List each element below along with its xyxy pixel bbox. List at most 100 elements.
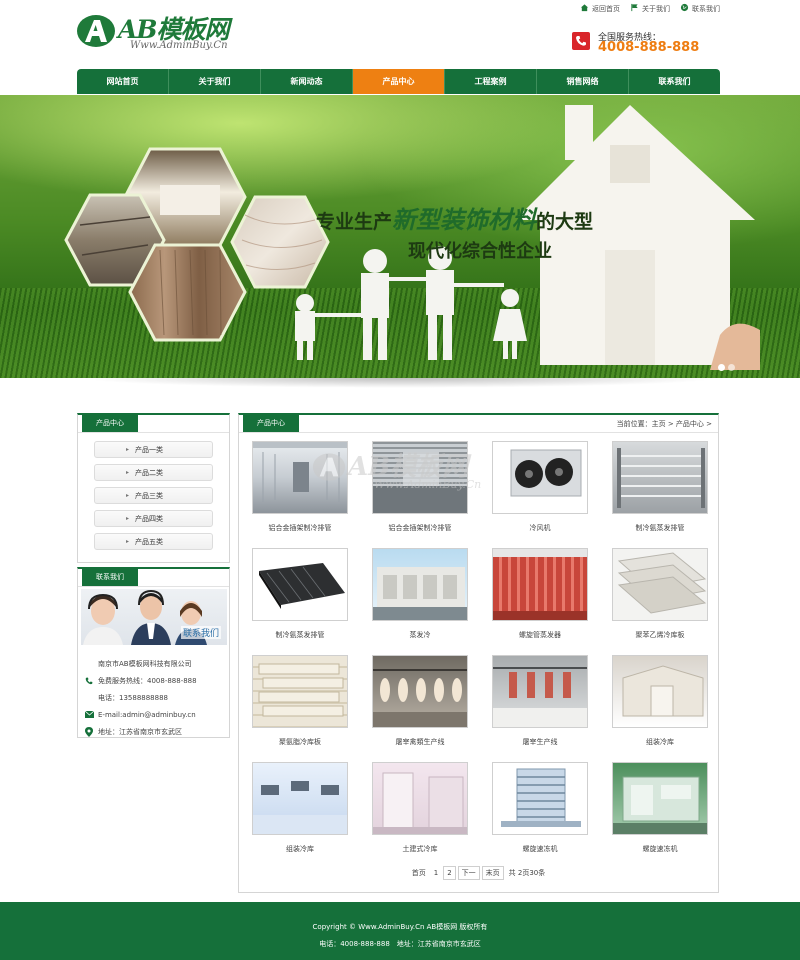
arrow-icon: ▸ xyxy=(125,515,129,522)
product-name[interactable]: 组装冷库 xyxy=(646,737,674,749)
contact-header: 联系我们 xyxy=(78,567,229,587)
category-item[interactable]: ▸ 产品三类 xyxy=(94,487,213,504)
product-name[interactable]: 蒸发冷 xyxy=(410,630,431,642)
product-name[interactable]: 制冷氨蒸发排管 xyxy=(636,523,685,535)
category-item[interactable]: ▸ 产品一类 xyxy=(94,441,213,458)
product-image[interactable] xyxy=(492,655,588,728)
product-image[interactable] xyxy=(612,762,708,835)
breadcrumb[interactable]: 当前位置：主页 > 产品中心 > xyxy=(617,419,712,429)
nav-item-contact[interactable]: 联系我们 xyxy=(629,69,720,94)
product-image[interactable] xyxy=(612,548,708,621)
nav-item-products[interactable]: 产品中心 xyxy=(353,69,445,94)
product-card[interactable]: 聚氨脂冷库板 xyxy=(252,655,348,749)
product-image[interactable] xyxy=(372,548,468,621)
sidebar-products: 产品中心 ▸ 产品一类 ▸ 产品二类 ▸ 产品三类 ▸ 产品四类 ▸ 产品五类 xyxy=(77,413,230,563)
product-name[interactable]: 螺旋速冻机 xyxy=(523,844,558,856)
product-name[interactable]: 铝合金插架制冷排管 xyxy=(269,523,332,535)
product-image[interactable] xyxy=(252,655,348,728)
product-image[interactable] xyxy=(252,762,348,835)
nav-item-about[interactable]: 关于我们 xyxy=(169,69,261,94)
product-image[interactable] xyxy=(612,655,708,728)
pager-next[interactable]: 下一 xyxy=(457,866,480,880)
pagination: 首页 1 2 下一 末页 共 2页30条 xyxy=(238,866,719,880)
top-link-home[interactable]: 返回首页 xyxy=(580,3,620,14)
product-image[interactable] xyxy=(372,441,468,514)
banner-headline: 专业生产新型装饰材料的大型 xyxy=(316,200,593,235)
product-card[interactable]: 屠宰生产线 xyxy=(492,655,588,749)
banner-shadow xyxy=(80,378,720,388)
product-card[interactable]: 土建式冷库 xyxy=(372,762,468,856)
category-item[interactable]: ▸ 产品二类 xyxy=(94,464,213,481)
product-panel: 产品中心 当前位置：主页 > 产品中心 > 铝合金插架制冷排管 铝合金插架制冷排… xyxy=(238,413,719,893)
home-icon xyxy=(580,3,589,14)
product-name[interactable]: 冷风机 xyxy=(530,523,551,535)
product-card[interactable]: 铝合金插架制冷排管 xyxy=(252,441,348,535)
product-image[interactable] xyxy=(252,548,348,621)
product-card[interactable]: 制冷氨蒸发排管 xyxy=(612,441,708,535)
category-label: 产品二类 xyxy=(135,468,163,477)
mail-icon xyxy=(82,711,96,718)
flag-icon xyxy=(630,3,639,14)
contact-title: 联系我们 xyxy=(82,567,138,586)
logo-icon[interactable] xyxy=(76,14,116,48)
product-image[interactable] xyxy=(372,762,468,835)
panel-header-line xyxy=(239,432,718,433)
product-image[interactable] xyxy=(372,655,468,728)
panel-title: 产品中心 xyxy=(243,413,299,432)
category-list: ▸ 产品一类 ▸ 产品二类 ▸ 产品三类 ▸ 产品四类 ▸ 产品五类 xyxy=(78,433,229,562)
product-card[interactable]: 铝合金插架制冷排管 xyxy=(372,441,468,535)
nav-item-cases[interactable]: 工程案例 xyxy=(445,69,537,94)
product-image[interactable] xyxy=(492,441,588,514)
product-card[interactable]: 螺旋速冻机 xyxy=(612,762,708,856)
pager-page-current: 1 xyxy=(433,869,439,877)
main-nav: 网站首页 关于我们 新闻动态 产品中心 工程案例 销售网络 联系我们 xyxy=(77,69,720,94)
product-image[interactable] xyxy=(612,441,708,514)
product-card[interactable]: 制冷氨蒸发排管 xyxy=(252,548,348,642)
footer-contact: 电话：4008-888-888 地址：江苏省南京市玄武区 xyxy=(319,940,481,948)
product-image[interactable] xyxy=(252,441,348,514)
banner-dot[interactable] xyxy=(718,364,725,371)
product-name[interactable]: 螺旋速冻机 xyxy=(643,844,678,856)
product-name[interactable]: 聚氨脂冷库板 xyxy=(279,737,321,749)
product-card[interactable]: 螺旋管蒸发器 xyxy=(492,548,588,642)
pager-first[interactable]: 首页 xyxy=(409,866,429,880)
banner-pagination xyxy=(718,364,735,371)
category-item[interactable]: ▸ 产品四类 xyxy=(94,510,213,527)
banner-headline-pre: 专业生产 xyxy=(316,211,393,233)
pager-last[interactable]: 末页 xyxy=(481,866,504,880)
product-card[interactable]: 屠宰禽類生产线 xyxy=(372,655,468,749)
nav-item-home[interactable]: 网站首页 xyxy=(77,69,169,94)
product-name[interactable]: 组装冷库 xyxy=(286,844,314,856)
product-name[interactable]: 屠宰禽類生产线 xyxy=(396,737,445,749)
nav-item-news[interactable]: 新闻动态 xyxy=(261,69,353,94)
phone-icon xyxy=(82,677,96,685)
contact-hotline: 免费服务热线：4008-888-888 xyxy=(82,672,228,689)
nav-item-sales[interactable]: 销售网络 xyxy=(537,69,629,94)
product-name[interactable]: 制冷氨蒸发排管 xyxy=(276,630,325,642)
hero-banner[interactable]: 专业生产新型装饰材料的大型 现代化综合性企业 xyxy=(0,95,800,378)
footer-copyright: Copyright © Www.AdminBuy.Cn AB模板网 版权所有 xyxy=(312,923,488,931)
product-card[interactable]: 组装冷库 xyxy=(612,655,708,749)
top-link-contact[interactable]: 联系我们 xyxy=(680,3,720,14)
footer: Copyright © Www.AdminBuy.Cn AB模板网 版权所有 电… xyxy=(0,902,800,960)
product-image[interactable] xyxy=(492,762,588,835)
product-card[interactable]: 聚苯乙烯冷库板 xyxy=(612,548,708,642)
pager-summary: 共 2页30条 xyxy=(508,869,546,877)
contact-email[interactable]: E-mail:admin@adminbuy.cn xyxy=(82,706,228,723)
product-image[interactable] xyxy=(492,548,588,621)
paper-house xyxy=(520,105,760,370)
product-name[interactable]: 铝合金插架制冷排管 xyxy=(389,523,452,535)
contact-details: 南京市AB模板网科技有限公司 免费服务热线：4008-888-888 电话：13… xyxy=(82,655,228,740)
product-name[interactable]: 螺旋管蒸发器 xyxy=(519,630,561,642)
category-item[interactable]: ▸ 产品五类 xyxy=(94,533,213,550)
product-name[interactable]: 土建式冷库 xyxy=(403,844,438,856)
product-name[interactable]: 聚苯乙烯冷库板 xyxy=(636,630,685,642)
product-card[interactable]: 组装冷库 xyxy=(252,762,348,856)
pager-page-2[interactable]: 2 xyxy=(443,866,456,880)
top-link-about[interactable]: 关于我们 xyxy=(630,3,670,14)
product-name[interactable]: 屠宰生产线 xyxy=(523,737,558,749)
banner-dot[interactable] xyxy=(728,364,735,371)
product-card[interactable]: 蒸发冷 xyxy=(372,548,468,642)
product-card[interactable]: 螺旋速冻机 xyxy=(492,762,588,856)
product-card[interactable]: 冷风机 xyxy=(492,441,588,535)
